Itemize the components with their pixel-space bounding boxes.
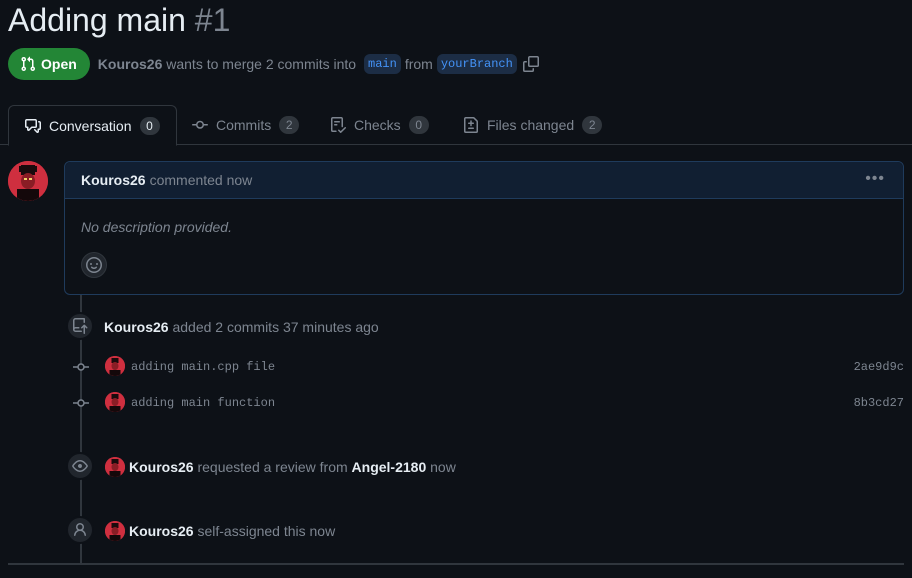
commit-dot-icon: [73, 398, 89, 408]
copy-branch-button[interactable]: [522, 56, 539, 72]
comment-options-button[interactable]: •••: [865, 170, 885, 188]
tab-commits-count: 2: [279, 116, 300, 134]
avatar: [105, 457, 125, 477]
pr-state-badge: Open: [8, 48, 90, 80]
commit-row: adding main.cpp file: [131, 360, 275, 374]
comment-author[interactable]: Kouros26: [81, 172, 146, 188]
pr-merge-text: wants to merge 2 commits into: [166, 56, 357, 72]
tab-conversation[interactable]: Conversation 0: [8, 105, 177, 146]
pr-from-text: from: [404, 56, 433, 72]
review-event-badge: [66, 452, 94, 480]
copy-icon: [522, 56, 539, 72]
avatar: [105, 521, 125, 541]
base-branch-link[interactable]: main: [364, 54, 401, 74]
tab-checks[interactable]: Checks 0: [330, 105, 429, 145]
comment-header: Kouros26 commented now: [65, 162, 903, 199]
tab-conversation-label: Conversation: [49, 117, 132, 134]
avatar: [105, 356, 125, 376]
eye-icon: [72, 460, 88, 472]
commit-message-link[interactable]: adding main function: [131, 396, 275, 410]
review-event-time[interactable]: now: [430, 459, 456, 475]
tab-files-changed-count: 2: [582, 116, 603, 134]
commits-event-badge: [66, 312, 94, 340]
review-event-avatar[interactable]: [105, 457, 125, 477]
commits-event-author[interactable]: Kouros26: [104, 319, 169, 335]
person-icon: [74, 523, 86, 537]
pr-state-label: Open: [41, 56, 77, 72]
checklist-icon: [331, 117, 346, 133]
pr-meta-row: Open Kouros26 wants to merge 2 commits i…: [8, 48, 539, 80]
pr-merge-summary: Kouros26 wants to merge 2 commits into m…: [98, 54, 539, 74]
pr-title: Adding main: [8, 2, 186, 38]
head-branch-link[interactable]: yourBranch: [436, 54, 517, 74]
tab-commits-label: Commits: [216, 117, 272, 133]
pr-number: #1: [194, 2, 231, 38]
comment-timestamp[interactable]: commented now: [150, 172, 253, 188]
pr-title-row: Adding main #1: [8, 2, 230, 39]
pr-description-comment: Kouros26 commented now ••• No descriptio…: [64, 161, 904, 295]
pr-author-link[interactable]: Kouros26: [98, 56, 163, 72]
commit-sha-link[interactable]: 8b3cd27: [854, 396, 904, 410]
tab-files-changed-label: Files changed: [487, 117, 575, 133]
assign-event-badge: [66, 516, 94, 544]
comment-body: No description provided.: [81, 219, 232, 235]
commits-event-text: added 2 commits 37 minutes ago: [172, 319, 379, 335]
add-reaction-button[interactable]: [81, 252, 107, 278]
commit-sha-link[interactable]: 2ae9d9c: [854, 360, 904, 374]
pr-tabs: Conversation 0 Commits 2 Checks 0 Files …: [0, 105, 912, 146]
conversation-icon: [25, 118, 41, 133]
file-diff-icon: [464, 117, 478, 133]
assign-event-text: self-assigned this now: [197, 523, 336, 539]
review-event: Kouros26 requested a review from Angel-2…: [129, 458, 456, 476]
smiley-icon: [86, 257, 102, 273]
git-pull-request-icon: [21, 56, 36, 72]
timeline-divider: [8, 563, 904, 565]
commit-dot-icon: [73, 362, 89, 372]
repo-push-icon: [73, 318, 88, 334]
avatar: [8, 161, 48, 201]
commit-author-avatar[interactable]: [105, 392, 125, 412]
commit-row: adding main function: [131, 396, 275, 410]
commits-event: Kouros26 added 2 commits 37 minutes ago: [104, 318, 379, 336]
tab-commits[interactable]: Commits 2: [192, 105, 300, 145]
assign-event: Kouros26 self-assigned this now: [129, 522, 335, 540]
commit-author-avatar[interactable]: [105, 356, 125, 376]
commit-message-link[interactable]: adding main.cpp file: [131, 360, 275, 374]
commit-icon: [192, 120, 208, 129]
tab-checks-label: Checks: [354, 117, 401, 133]
avatar: [105, 392, 125, 412]
assign-event-author[interactable]: Kouros26: [129, 523, 194, 539]
comment-author-avatar[interactable]: [8, 161, 48, 201]
tab-checks-count: 0: [408, 116, 429, 134]
review-event-text: requested a review from: [197, 459, 348, 475]
reviewer-link[interactable]: Angel-2180: [352, 459, 427, 475]
tab-conversation-count: 0: [139, 116, 160, 135]
review-event-author[interactable]: Kouros26: [129, 459, 194, 475]
tab-files-changed[interactable]: Files changed 2: [463, 105, 603, 145]
assign-event-avatar[interactable]: [105, 521, 125, 541]
